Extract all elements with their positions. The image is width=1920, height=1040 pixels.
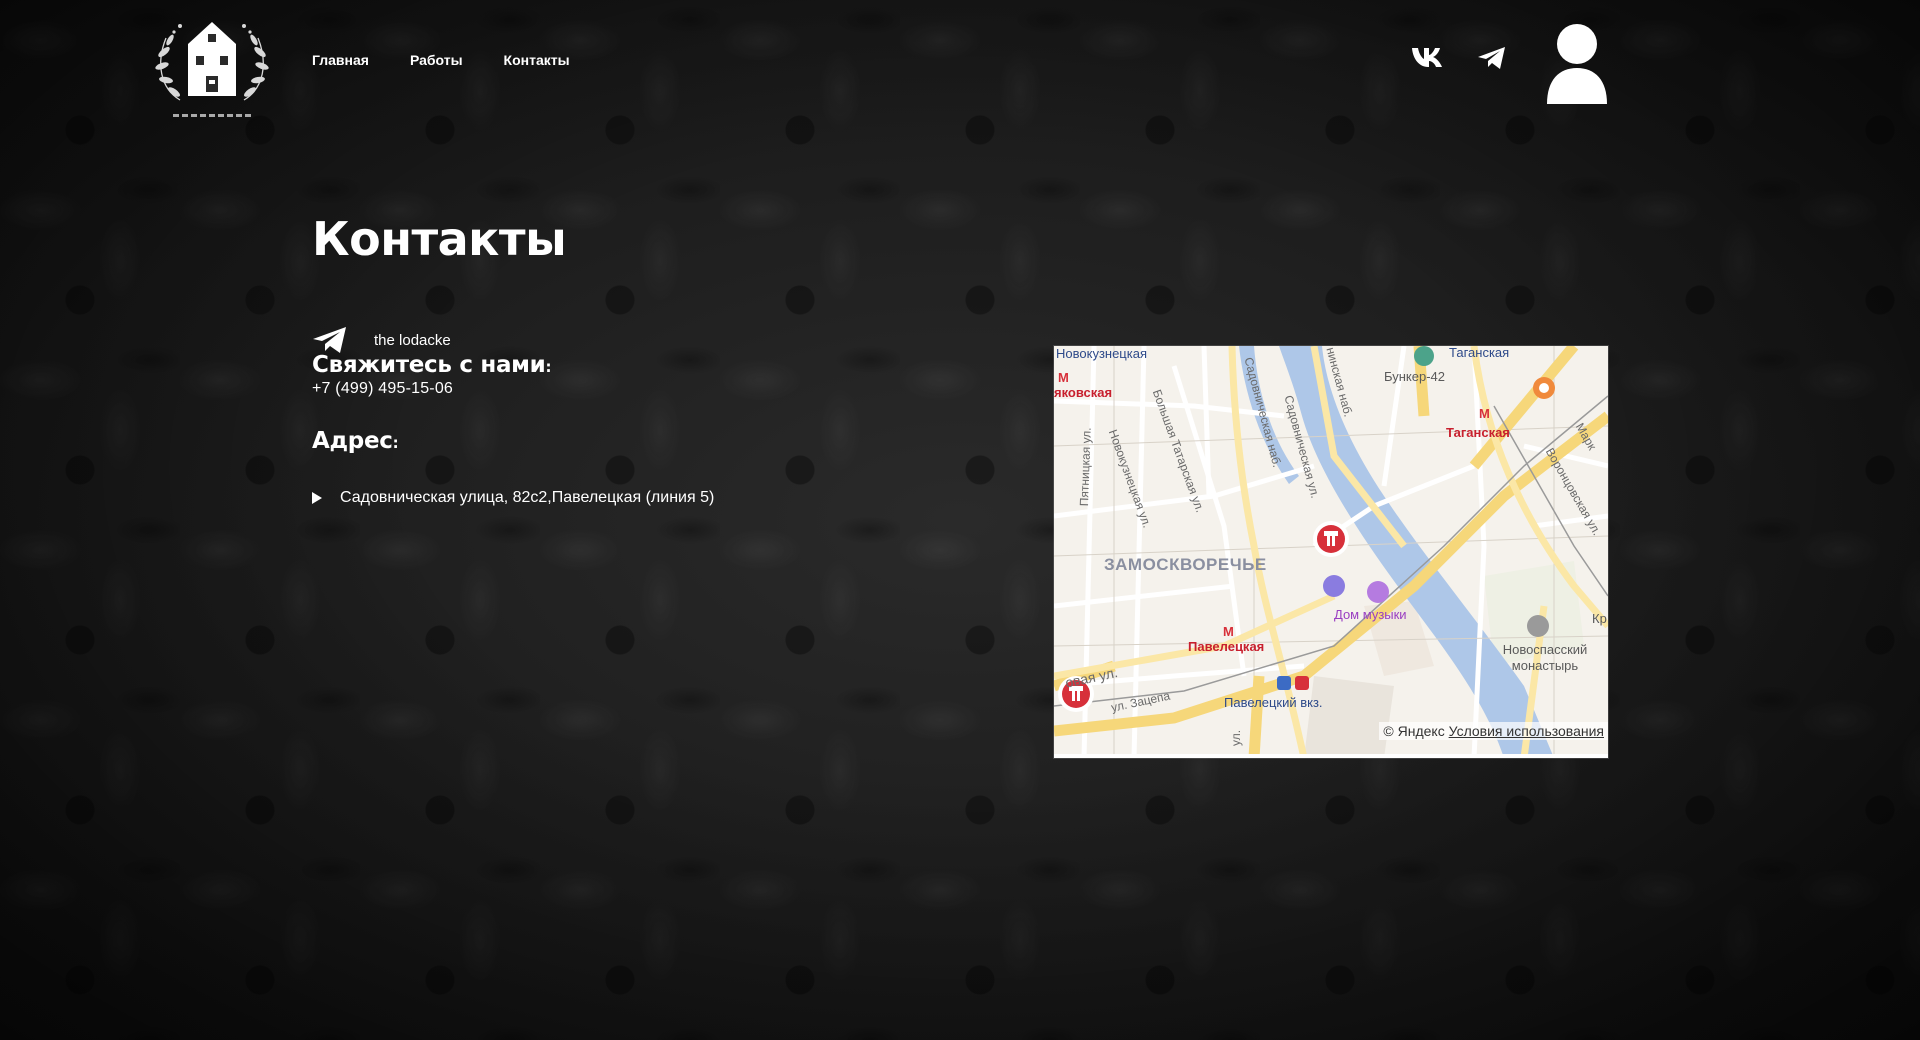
telegram-link[interactable] xyxy=(1477,46,1507,74)
map-label: Дом музыки xyxy=(1334,607,1407,622)
user-profile-button[interactable] xyxy=(1545,22,1609,104)
address-text: Садовническая улица, 82с2,Павелецкая (ли… xyxy=(340,489,715,506)
map-label: Новоспасский монастырь xyxy=(1502,642,1588,673)
yandex-map[interactable]: M M M Новокузнецкая яковская Таганская Б… xyxy=(1054,346,1608,758)
address-heading-text: Адрес xyxy=(312,428,393,454)
telegram-icon xyxy=(1478,47,1505,69)
contact-heading-colon: : xyxy=(545,358,552,376)
map-label: ул. xyxy=(1229,729,1243,746)
phone-number[interactable]: +7 (499) 495-15-06 xyxy=(312,380,453,398)
map-bottom-border xyxy=(1054,754,1608,758)
triangle-bullet-icon xyxy=(312,492,322,504)
map-marker-pin xyxy=(1313,521,1349,557)
map-label: Таганская xyxy=(1446,425,1510,440)
map-label: Кр xyxy=(1592,611,1607,626)
address-item[interactable]: Садовническая улица, 82с2,Павелецкая (ли… xyxy=(312,489,714,507)
site-logo[interactable] xyxy=(150,8,274,120)
background-vignette xyxy=(0,0,1920,1040)
map-label: яковская xyxy=(1054,385,1113,400)
map-terms-link[interactable]: Условия использования xyxy=(1449,723,1604,739)
map-label: Пятницкая ул. xyxy=(1077,427,1094,507)
map-label-district: ЗАМОСКВОРЕЧЬЕ xyxy=(1104,555,1267,574)
map-label: Бункер-42 xyxy=(1384,369,1446,384)
vk-icon xyxy=(1412,48,1442,67)
telegram-contact-link[interactable]: the lodacke xyxy=(312,326,451,354)
svg-text:M: M xyxy=(1223,624,1234,639)
map-label: Новокузнецкая xyxy=(1056,346,1147,361)
map-label: Павелецкий вкз. xyxy=(1224,695,1323,710)
contact-heading: Свяжитесь с нами: xyxy=(312,352,551,378)
map-label: Таганская xyxy=(1449,346,1510,360)
map-attribution: © Яндекс Условия использования xyxy=(1379,722,1608,740)
nav-contacts[interactable]: Контакты xyxy=(504,52,570,68)
address-heading-colon: : xyxy=(392,434,399,452)
telegram-handle: the lodacke xyxy=(374,331,451,349)
logo-caption xyxy=(150,114,274,120)
nav-works[interactable]: Работы xyxy=(410,52,463,68)
house-wreath-logo-icon xyxy=(155,22,269,101)
address-heading: Адрес: xyxy=(312,428,399,454)
map-label: Павелецкая xyxy=(1188,639,1265,654)
map-copyright: © Яндекс xyxy=(1383,723,1445,739)
svg-text:M: M xyxy=(1058,370,1069,385)
contact-heading-text: Свяжитесь с нами xyxy=(312,352,546,378)
page-title: Контакты xyxy=(312,212,567,266)
svg-text:M: M xyxy=(1479,406,1490,421)
vk-link[interactable] xyxy=(1411,46,1445,72)
nav-home[interactable]: Главная xyxy=(312,52,369,68)
telegram-icon xyxy=(313,327,346,353)
main-nav: Главная Работы Контакты xyxy=(312,52,570,68)
user-avatar-icon xyxy=(1547,24,1607,104)
